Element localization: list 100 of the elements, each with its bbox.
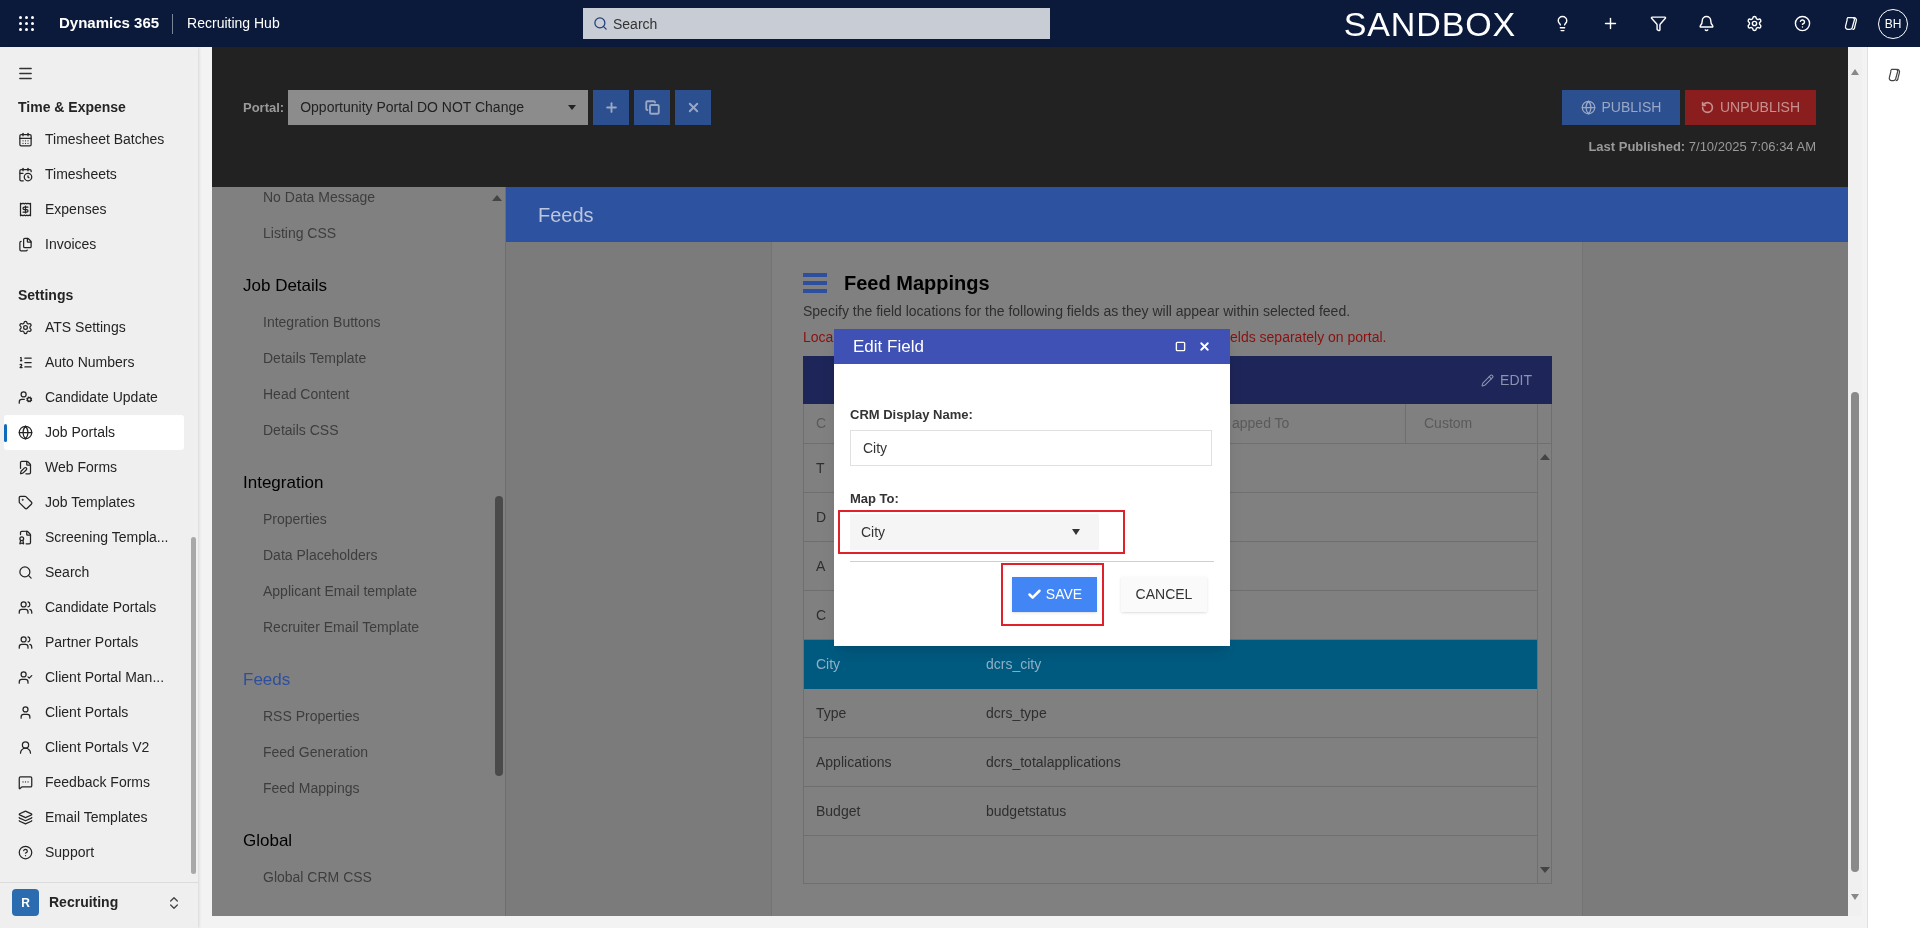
- table-cell: dcrs_type: [986, 704, 1047, 721]
- delete-button[interactable]: [675, 90, 712, 125]
- sidebar-item[interactable]: Timesheet Batches: [4, 122, 184, 157]
- menu-item[interactable]: Details CSS: [212, 412, 505, 448]
- environment-label: SANDBOX: [1343, 6, 1516, 41]
- sidebar-item[interactable]: Search: [4, 555, 184, 590]
- menu-item[interactable]: Details Template: [212, 340, 505, 376]
- portal-select[interactable]: Opportunity Portal DO NOT Change: [288, 90, 589, 125]
- menu-item[interactable]: Head Content: [212, 376, 505, 412]
- receipt-icon: [18, 202, 33, 217]
- sidebar-item[interactable]: Client Portals V2: [4, 730, 184, 765]
- dropdown-arrow-icon: [1072, 529, 1080, 535]
- swirl-icon[interactable]: [1886, 67, 1902, 83]
- table-row[interactable]: Applications dcrs_totalapplications: [804, 738, 1537, 787]
- warning-text: Loca: [803, 329, 834, 345]
- menu-item[interactable]: Listing CSS: [212, 215, 505, 251]
- menu-icon[interactable]: [17, 65, 34, 82]
- scrollbar-thumb[interactable]: [495, 496, 503, 776]
- table-cell: City: [816, 655, 841, 672]
- search-icon: [18, 565, 33, 580]
- sidebar-item[interactable]: Candidate Portals: [4, 590, 184, 625]
- scroll-up-icon[interactable]: [1851, 69, 1859, 75]
- menu-item[interactable]: Data Placeholders: [212, 537, 505, 573]
- add-button[interactable]: [593, 90, 630, 125]
- area-switcher[interactable]: R Recruiting: [0, 882, 198, 922]
- scroll-down-icon[interactable]: [1539, 867, 1550, 873]
- search-field[interactable]: Search: [583, 8, 1050, 39]
- table-cell: A: [816, 557, 826, 574]
- table-cell: dcrs_city: [986, 655, 1042, 672]
- menu-item[interactable]: Recruiter Email Template: [212, 609, 505, 645]
- help-icon: [18, 845, 33, 860]
- unpublish-button[interactable]: UNPUBLISH: [1685, 90, 1816, 125]
- globe-icon: [18, 425, 33, 440]
- group-heading: Time & Expense: [17, 97, 127, 117]
- app-name[interactable]: Dynamics 365: [59, 12, 160, 35]
- scrollbar-thumb[interactable]: [191, 537, 196, 874]
- maximize-icon[interactable]: [1175, 341, 1186, 352]
- text-field[interactable]: City: [850, 430, 1212, 466]
- cancel-button[interactable]: CANCEL: [1121, 577, 1207, 612]
- menu-item[interactable]: Feed Mappings: [212, 770, 505, 806]
- dropdown-arrow-icon: [568, 105, 577, 110]
- sidebar-item[interactable]: Partner Portals: [4, 625, 184, 660]
- publish-button[interactable]: PUBLISH: [1562, 90, 1680, 125]
- sidebar-item[interactable]: Auto Numbers: [4, 345, 184, 380]
- app-launcher-icon[interactable]: [19, 16, 34, 31]
- list-icon: [803, 273, 827, 293]
- table-row[interactable]: Budget budgetstatus: [804, 787, 1537, 836]
- user-icon: [18, 740, 33, 755]
- sidebar-item[interactable]: Timesheets: [4, 157, 184, 192]
- table-cell: Type: [816, 704, 847, 721]
- sidebar-item[interactable]: Job Portals: [4, 415, 184, 450]
- menu-heading[interactable]: Global: [212, 823, 505, 859]
- scroll-down-icon[interactable]: [1851, 894, 1859, 900]
- calendar-icon: [18, 132, 33, 147]
- pencil-icon: [1481, 373, 1495, 387]
- dialog-title: Edit Field: [853, 335, 925, 358]
- sidebar-item[interactable]: ATS Settings: [4, 310, 184, 345]
- copy-button[interactable]: [634, 90, 671, 125]
- menu-item[interactable]: Applicant Email template: [212, 573, 505, 609]
- scrollbar-thumb[interactable]: [1851, 392, 1859, 872]
- table-cell: dcrs_totalapplications: [986, 753, 1121, 770]
- area-name: Recruiting Hub: [187, 14, 280, 33]
- table-cell: T: [816, 459, 825, 476]
- sidebar-item[interactable]: Invoices: [4, 227, 184, 262]
- menu-item[interactable]: Integration Buttons: [212, 304, 505, 340]
- sidebar-item[interactable]: Feedback Forms: [4, 765, 184, 800]
- area-badge: R: [12, 889, 39, 916]
- message-icon: [18, 775, 33, 790]
- close-icon[interactable]: [1198, 340, 1211, 353]
- layers-icon: [18, 810, 33, 825]
- sidebar-item[interactable]: Client Portals: [4, 695, 184, 730]
- sidebar-item[interactable]: Web Forms: [4, 450, 184, 485]
- menu-item[interactable]: Global CRM CSS: [212, 859, 505, 895]
- sidebar-item[interactable]: Support: [4, 835, 184, 870]
- map-to-select[interactable]: City: [850, 514, 1099, 550]
- edit-button[interactable]: EDIT: [1481, 369, 1532, 391]
- table-row[interactable]: City dcrs_city: [804, 640, 1537, 689]
- scroll-up-icon[interactable]: [1539, 454, 1550, 460]
- table-cell: D: [816, 508, 827, 525]
- sidebar-item[interactable]: Expenses: [4, 192, 184, 227]
- globe-icon: [1580, 100, 1596, 115]
- section-title: Feed Mappings: [844, 271, 990, 296]
- numbered-list-icon: [18, 355, 33, 370]
- sidebar-item[interactable]: Job Templates: [4, 485, 184, 520]
- documents-icon: [18, 237, 33, 252]
- sidebar-item[interactable]: Screening Templa...: [4, 520, 184, 555]
- menu-heading[interactable]: Job Details: [212, 268, 505, 304]
- sidebar-item[interactable]: Email Templates: [4, 800, 184, 835]
- field-label: CRM Display Name:: [850, 406, 974, 423]
- menu-item[interactable]: Feed Generation: [212, 734, 505, 770]
- menu-item[interactable]: Properties: [212, 501, 505, 537]
- menu-item[interactable]: RSS Properties: [212, 698, 505, 734]
- sidebar-item[interactable]: Candidate Update: [4, 380, 184, 415]
- sidebar-item[interactable]: Client Portal Man...: [4, 660, 184, 695]
- undo-icon: [1700, 101, 1714, 114]
- users-icon: [18, 600, 33, 615]
- save-button[interactable]: SAVE: [1012, 577, 1097, 612]
- menu-heading[interactable]: Integration: [212, 465, 505, 501]
- table-row[interactable]: Type dcrs_type: [804, 689, 1537, 738]
- menu-item[interactable]: No Data Message: [212, 187, 505, 215]
